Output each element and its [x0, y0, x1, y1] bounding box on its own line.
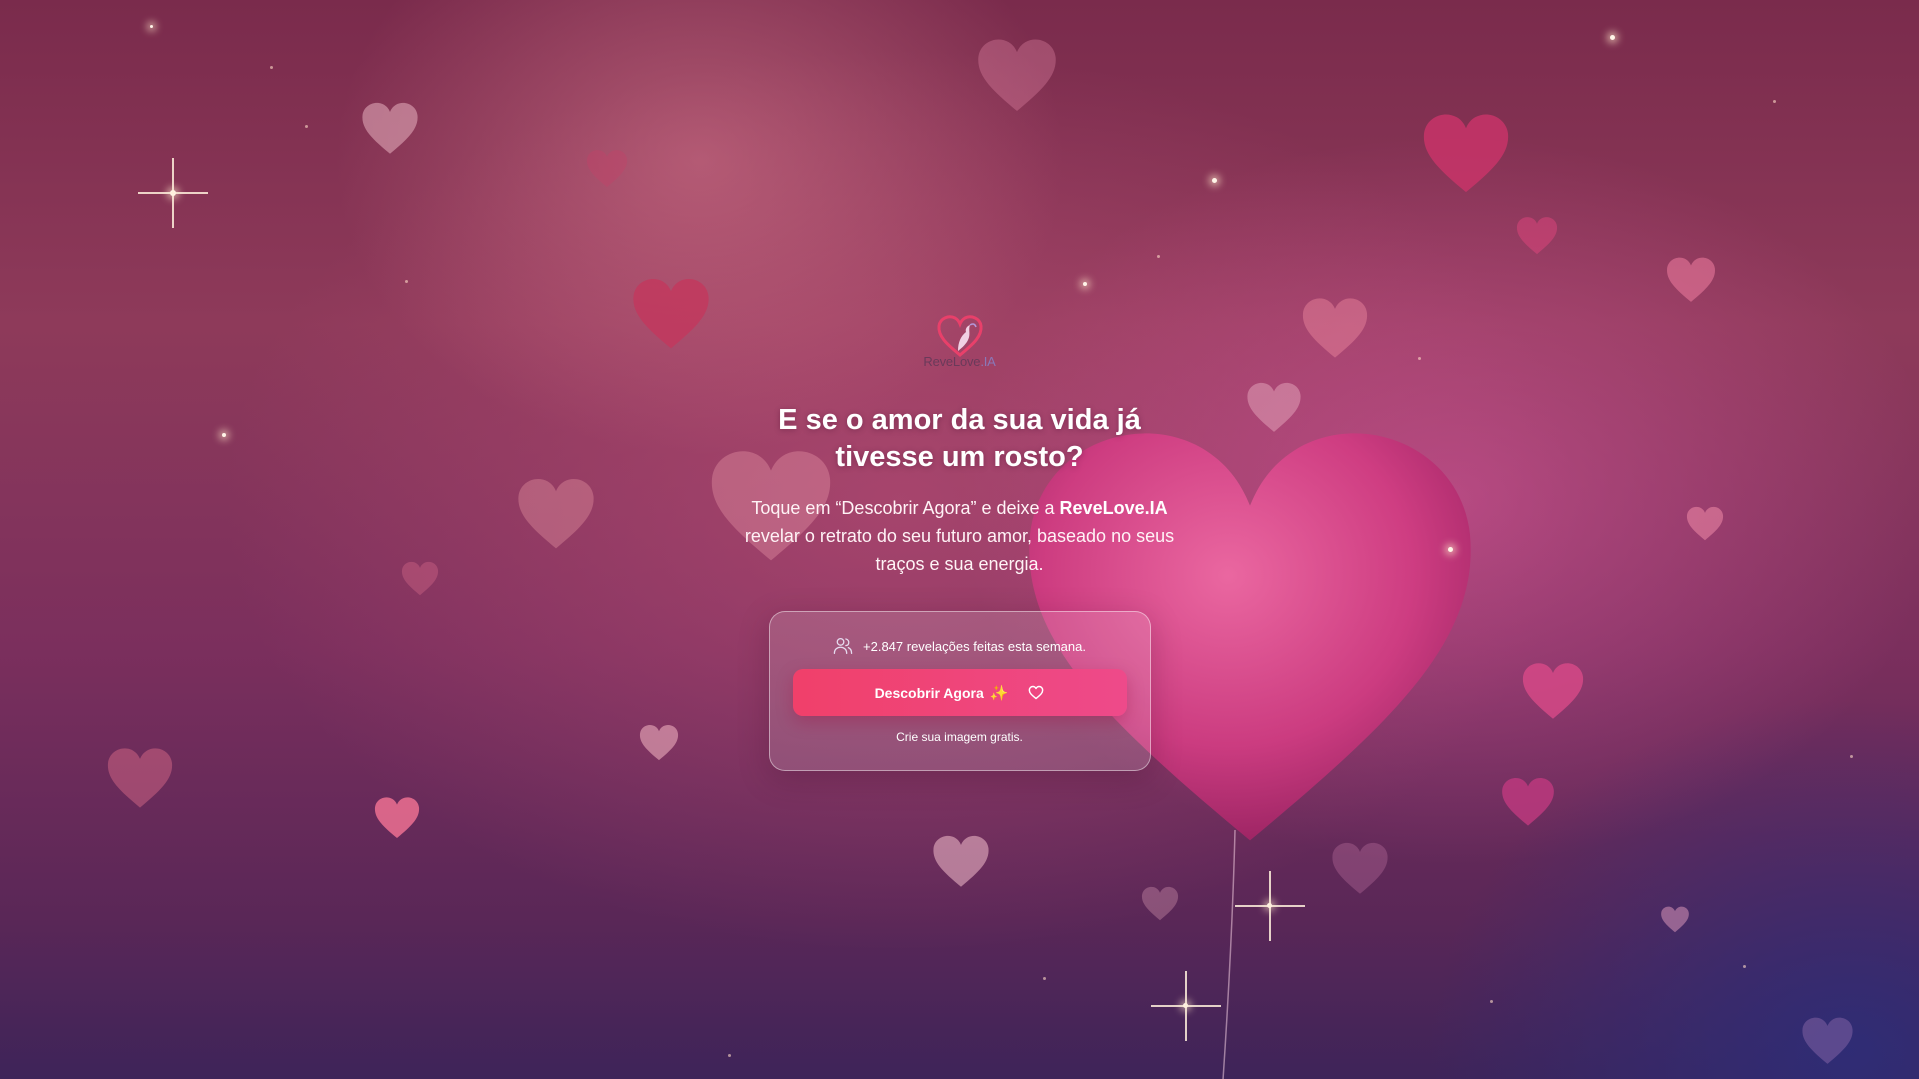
heart-logo-icon — [936, 315, 983, 357]
sparkle-decoration — [1212, 178, 1217, 183]
glitter-decoration — [305, 125, 308, 128]
sparkle-decoration — [150, 25, 153, 28]
heart-icon — [1028, 685, 1044, 700]
floating-heart-decoration — [978, 39, 1056, 111]
logo-wordmark: ReveLove.IA — [923, 354, 996, 369]
sparkle-decoration — [1183, 1003, 1188, 1008]
glitter-decoration — [1743, 965, 1746, 968]
glitter-decoration — [1773, 100, 1776, 103]
landing-page: ReveLove.IA E se o amor da sua vida já t… — [0, 0, 1919, 1079]
cta-label: Descobrir Agora — [874, 684, 984, 701]
balloon-string-decoration — [1222, 830, 1236, 1079]
sparkle-decoration — [1610, 35, 1615, 40]
cta-card: +2.847 revelações feitas esta semana. De… — [768, 611, 1151, 771]
free-note: Crie sua imagem gratis. — [896, 730, 1023, 744]
discover-now-button[interactable]: Descobrir Agora ✨ — [792, 669, 1127, 716]
sparkle-decoration — [1267, 903, 1272, 908]
hero-description: Toque em “Descobrir Agora” e deixe a Rev… — [740, 494, 1180, 578]
sparkle-decoration — [1083, 282, 1087, 286]
glitter-decoration — [270, 66, 273, 69]
hero-section: ReveLove.IA E se o amor da sua vida já t… — [0, 312, 1919, 771]
floating-heart-decoration — [1667, 257, 1715, 302]
sparkles-icon: ✨ — [989, 684, 1009, 702]
description-text: revelar o retrato do seu futuro amor, ba… — [744, 526, 1175, 574]
sparkle-decoration — [170, 190, 176, 196]
floating-heart-decoration — [1332, 842, 1388, 894]
glitter-decoration — [728, 1054, 731, 1057]
description-brand: ReveLove.IA — [1059, 498, 1168, 518]
glitter-decoration — [1490, 1000, 1493, 1003]
floating-heart-decoration — [933, 835, 989, 887]
glitter-decoration — [1043, 977, 1046, 980]
glitter-decoration — [405, 280, 408, 283]
floating-heart-decoration — [1516, 217, 1558, 255]
floating-heart-decoration — [362, 102, 418, 154]
stats-text: +2.847 revelações feitas esta semana. — [863, 638, 1086, 654]
floating-heart-decoration — [1423, 114, 1509, 193]
floating-heart-decoration — [1661, 906, 1689, 933]
floating-heart-decoration — [1502, 777, 1554, 826]
brand-logo[interactable]: ReveLove.IA — [920, 312, 1000, 380]
page-title: E se o amor da sua vida já tivesse um ro… — [778, 404, 1141, 473]
glitter-decoration — [1157, 255, 1160, 258]
users-icon — [833, 637, 853, 655]
floating-heart-decoration — [1802, 1017, 1853, 1064]
floating-heart-decoration — [586, 150, 628, 188]
floating-heart-decoration — [1141, 886, 1179, 921]
description-text: Toque em “Descobrir Agora” e deixe a — [751, 498, 1060, 518]
social-proof: +2.847 revelações feitas esta semana. — [833, 637, 1086, 655]
floating-heart-decoration — [374, 797, 420, 839]
